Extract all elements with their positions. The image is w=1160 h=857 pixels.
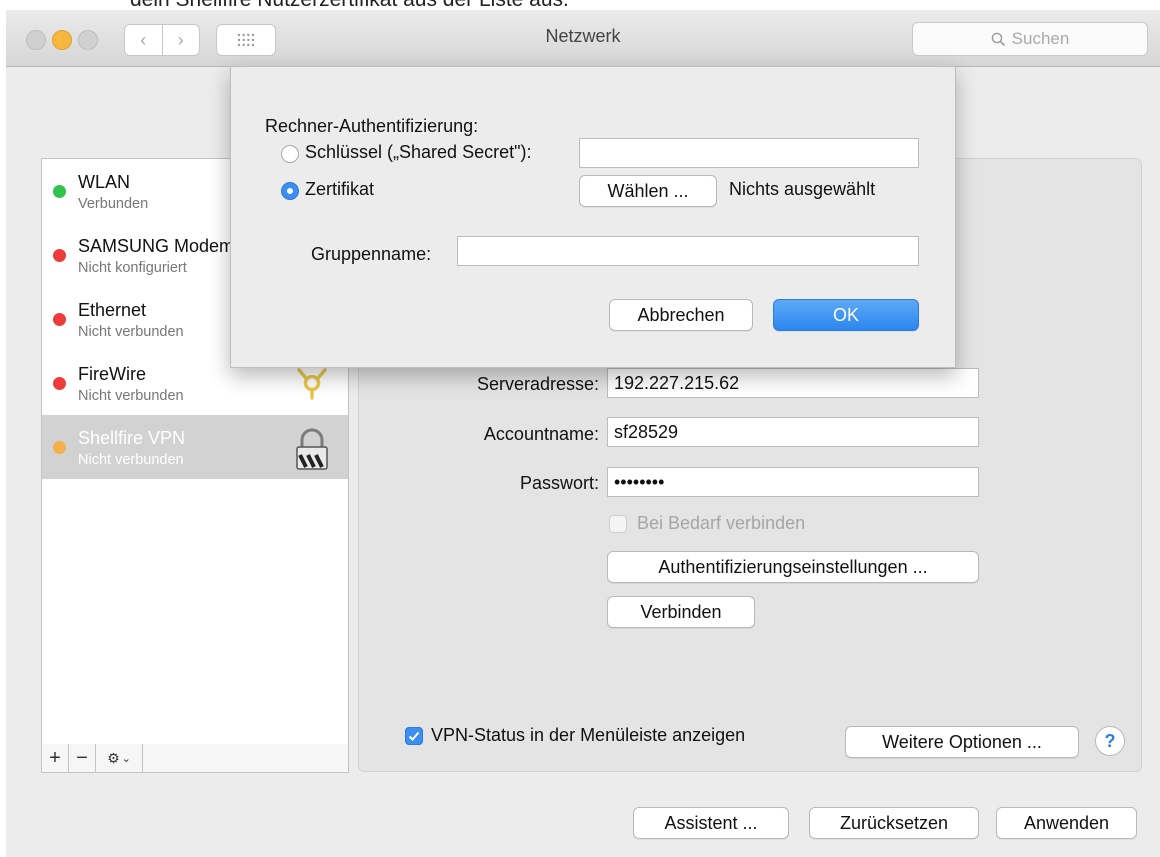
apply-button[interactable]: Anwenden [996, 807, 1137, 839]
certificate-radio[interactable] [281, 182, 299, 200]
service-name: WLAN [78, 172, 131, 192]
search-field[interactable]: Suchen [912, 22, 1148, 56]
server-address-input[interactable]: 192.227.215.62 [607, 368, 979, 398]
service-name: Ethernet [78, 300, 147, 320]
status-dot [53, 377, 66, 390]
status-dot [53, 185, 66, 198]
account-name-label: Accountname: [483, 424, 599, 444]
revert-button[interactable]: Zurücksetzen [809, 807, 979, 839]
status-dot [53, 249, 66, 262]
chevron-down-icon: ⌄ [121, 752, 131, 765]
show-vpn-status-checkbox[interactable] [405, 727, 423, 745]
shared-secret-input[interactable] [579, 138, 919, 168]
password-input[interactable]: •••••••• [607, 467, 979, 497]
gear-icon: ⚙ [107, 749, 120, 766]
search-placeholder: Suchen [1011, 29, 1070, 48]
checkmark-icon [408, 731, 420, 741]
status-dot [53, 441, 66, 454]
service-status: Nicht verbunden [78, 388, 184, 404]
on-demand-checkbox[interactable] [609, 515, 627, 533]
service-status: Nicht verbunden [78, 324, 184, 340]
titlebar: ‹ › Netzwerk Suchen [6, 10, 1160, 67]
search-icon [991, 32, 1005, 46]
status-dot [53, 313, 66, 326]
certificate-status: Nichts ausgewählt [729, 179, 876, 199]
sheet-title: Rechner-Authentifizierung: [265, 116, 479, 136]
shared-secret-label: Schlüssel („Shared Secret"): [305, 142, 532, 162]
service-status: Nicht konfiguriert [78, 260, 187, 276]
lock-icon [296, 428, 328, 470]
group-name-input[interactable] [457, 236, 919, 266]
computer-authentication-sheet: Rechner-Authentifizierung: Schlüssel („S… [230, 66, 956, 368]
shared-secret-radio[interactable] [281, 145, 299, 163]
remove-service-button[interactable]: − [69, 744, 96, 772]
service-name: SAMSUNG Modem [78, 236, 235, 256]
list-toolbar: + − ⚙ ⌄ [41, 744, 349, 773]
connect-button[interactable]: Verbinden [607, 596, 755, 628]
more-options-button[interactable]: Weitere Optionen ... [845, 726, 1079, 758]
group-name-label: Gruppenname: [311, 244, 432, 264]
on-demand-label: Bei Bedarf verbinden [637, 513, 806, 533]
account-name-input[interactable]: sf28529 [607, 417, 979, 447]
service-status: Nicht verbunden [78, 452, 184, 468]
show-vpn-status-label: VPN-Status in der Menüleiste anzeigen [431, 725, 746, 745]
assistant-button[interactable]: Assistent ... [633, 807, 789, 839]
action-menu-button[interactable]: ⚙ ⌄ [96, 744, 143, 772]
service-item-shellfire-vpn[interactable]: Shellfire VPN Nicht verbunden [42, 415, 348, 479]
help-button[interactable]: ? [1095, 726, 1125, 756]
choose-certificate-button[interactable]: Wählen ... [579, 175, 717, 207]
add-service-button[interactable]: + [42, 744, 69, 772]
service-name: FireWire [78, 364, 146, 384]
password-label: Passwort: [519, 473, 599, 493]
certificate-label: Zertifikat [305, 179, 375, 199]
firewire-icon [297, 368, 327, 400]
ok-button[interactable]: OK [773, 299, 919, 331]
cancel-button[interactable]: Abbrechen [609, 299, 753, 331]
authentication-settings-button[interactable]: Authentifizierungseinstellungen ... [607, 551, 979, 583]
server-address-label: Serveradresse: [476, 374, 599, 394]
service-status: Verbunden [78, 196, 149, 212]
service-name: Shellfire VPN [78, 428, 186, 448]
